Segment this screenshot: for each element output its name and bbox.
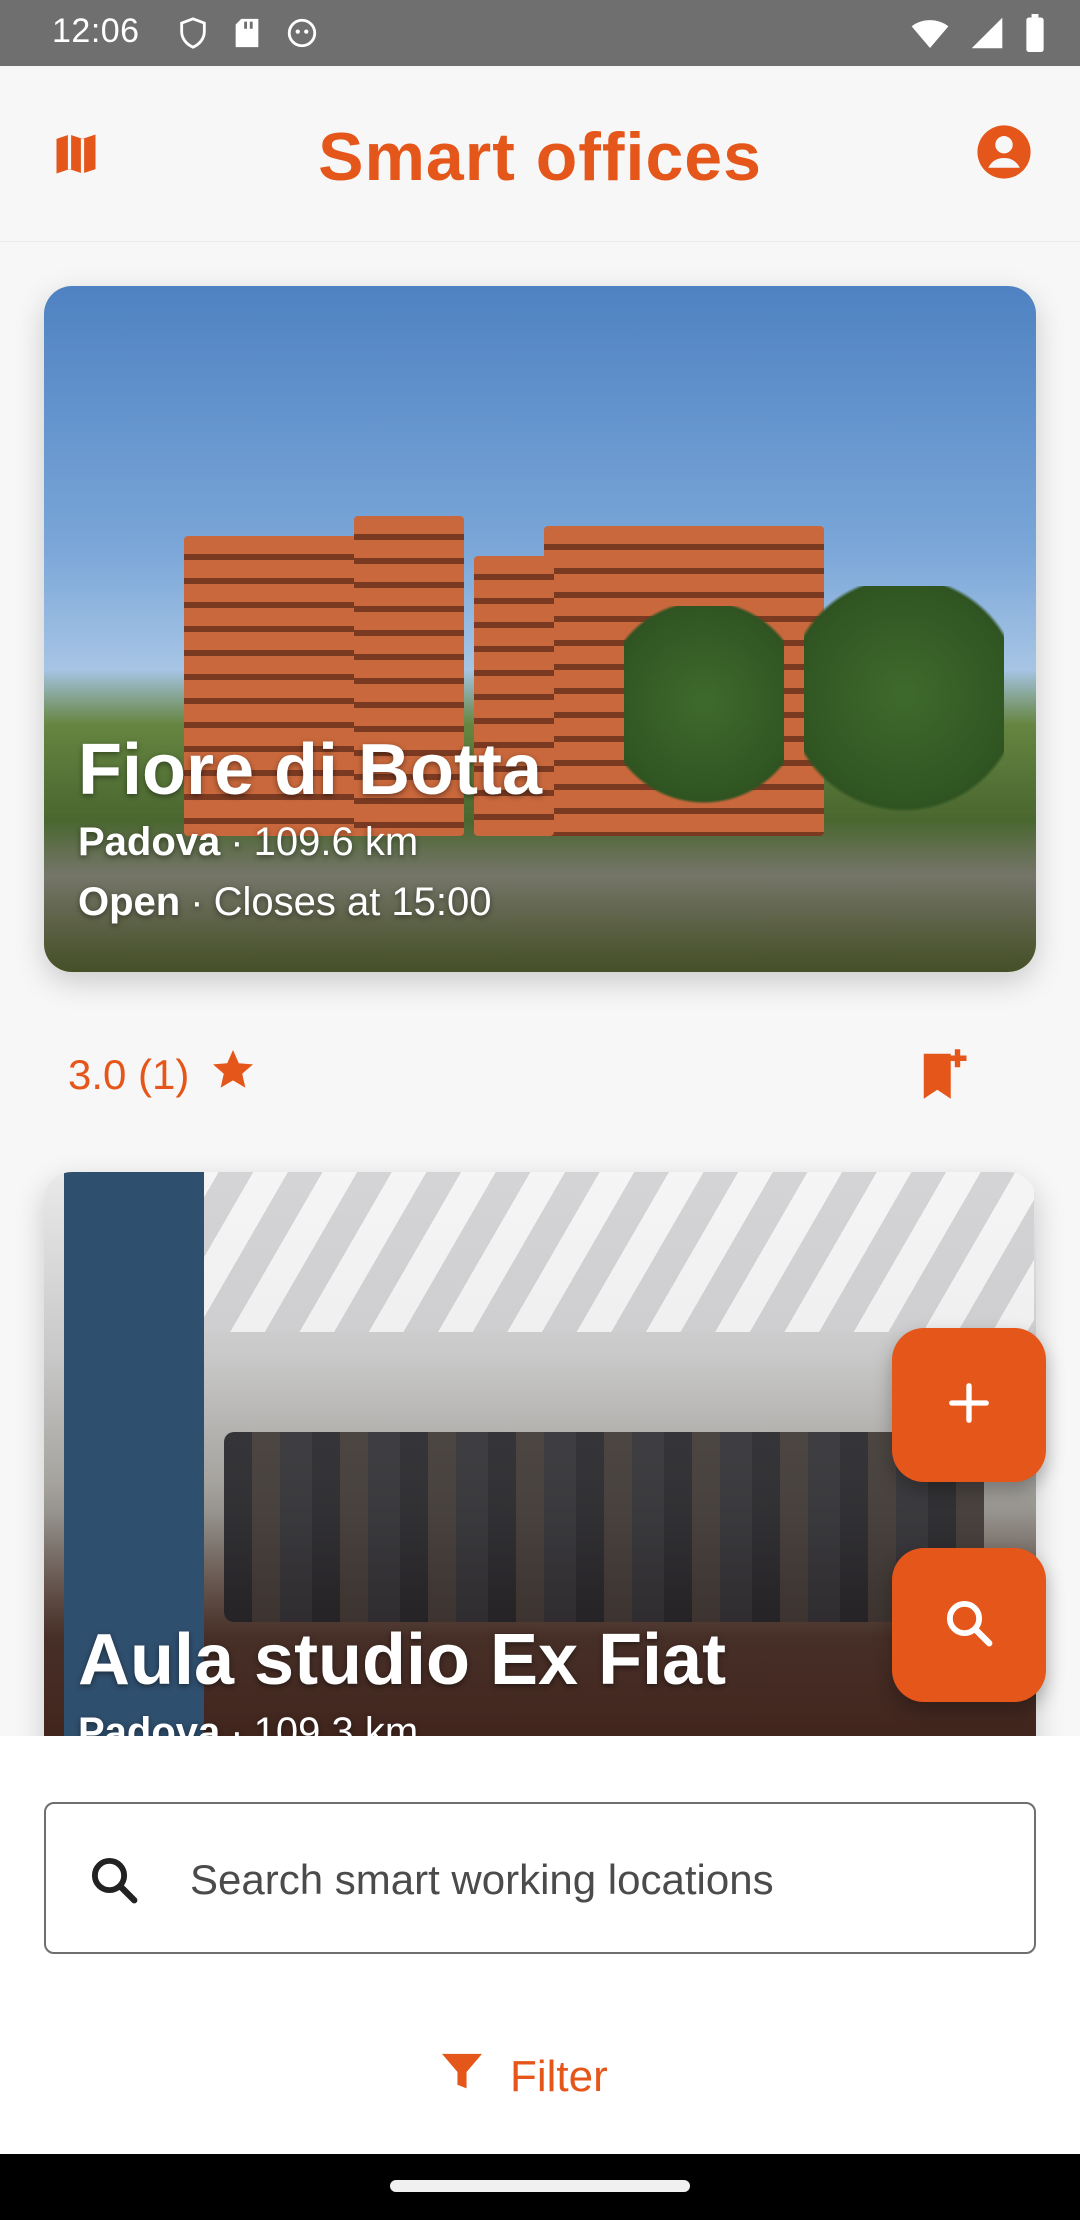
search-sheet: Filter — [0, 1736, 1080, 2154]
place-location-line: Padova · 109.3 km — [78, 1702, 726, 1736]
place-name: Fiore di Botta — [78, 730, 542, 810]
screen: 12:06 Smart offices Fiore di Botta Padov… — [0, 0, 1080, 2220]
filter-label: Filter — [510, 2052, 608, 2101]
page-title: Smart offices — [318, 119, 762, 195]
place-city: Padova — [78, 1710, 221, 1736]
signal-icon — [970, 16, 1004, 55]
shield-icon — [176, 16, 210, 55]
place-rating: 3.0 (1) — [68, 1046, 257, 1104]
battery-icon — [1024, 14, 1046, 57]
places-list[interactable]: Fiore di Botta Padova · 109.6 km Open · Clos… — [0, 242, 1080, 1736]
filter-icon — [440, 2052, 484, 2103]
add-location-button[interactable] — [892, 1328, 1046, 1482]
place-hours-line: Open · Closes at 15:00 — [78, 872, 542, 932]
account-icon — [975, 123, 1033, 186]
separator-dot: · — [230, 1710, 244, 1736]
status-time: 12:06 — [52, 12, 140, 50]
account-button[interactable] — [972, 122, 1036, 186]
system-nav-bar — [0, 2154, 1080, 2220]
status-bar: 12:06 — [0, 0, 1080, 66]
android-debug-icon — [284, 16, 320, 55]
status-left-icons — [176, 16, 320, 55]
separator-dot: · — [230, 820, 244, 864]
place-location-line: Padova · 109.6 km — [78, 812, 542, 872]
place-status: Open — [78, 880, 181, 924]
star-icon — [209, 1046, 257, 1104]
search-icon — [942, 1596, 996, 1655]
filter-button[interactable]: Filter — [440, 2042, 608, 2112]
place-meta-row: 3.0 (1) — [44, 1022, 1036, 1122]
place-hours: Closes at 15:00 — [213, 880, 492, 924]
status-right-icons — [910, 14, 1046, 57]
plus-icon — [946, 1380, 992, 1431]
search-input[interactable] — [190, 1842, 990, 1918]
place-name: Aula studio Ex Fiat — [78, 1620, 727, 1700]
place-info: Aula studio Ex Fiat Padova · 109.3 km — [78, 1618, 726, 1736]
place-card[interactable]: Fiore di Botta Padova · 109.6 km Open · Clos… — [44, 286, 1036, 972]
home-handle[interactable] — [390, 2180, 690, 2192]
place-card[interactable]: Aula studio Ex Fiat Padova · 109.3 km — [44, 1172, 1036, 1736]
place-city: Padova — [78, 820, 221, 864]
app-bar: Smart offices — [0, 66, 1080, 242]
place-info: Fiore di Botta Padova · 109.6 km Open · Clos… — [78, 728, 542, 932]
search-field[interactable] — [44, 1802, 1036, 1954]
bookmark-add-icon — [919, 1047, 969, 1106]
search-fab-button[interactable] — [892, 1548, 1046, 1702]
place-distance: 109.6 km — [253, 820, 419, 864]
wifi-icon — [910, 16, 950, 55]
rating-text: 3.0 (1) — [68, 1051, 190, 1098]
place-distance: 109.3 km — [253, 1710, 419, 1736]
separator-dot: · — [190, 880, 204, 924]
sd-card-icon — [232, 16, 262, 55]
bookmark-add-button[interactable] — [916, 1046, 972, 1106]
search-icon — [84, 1850, 144, 1910]
